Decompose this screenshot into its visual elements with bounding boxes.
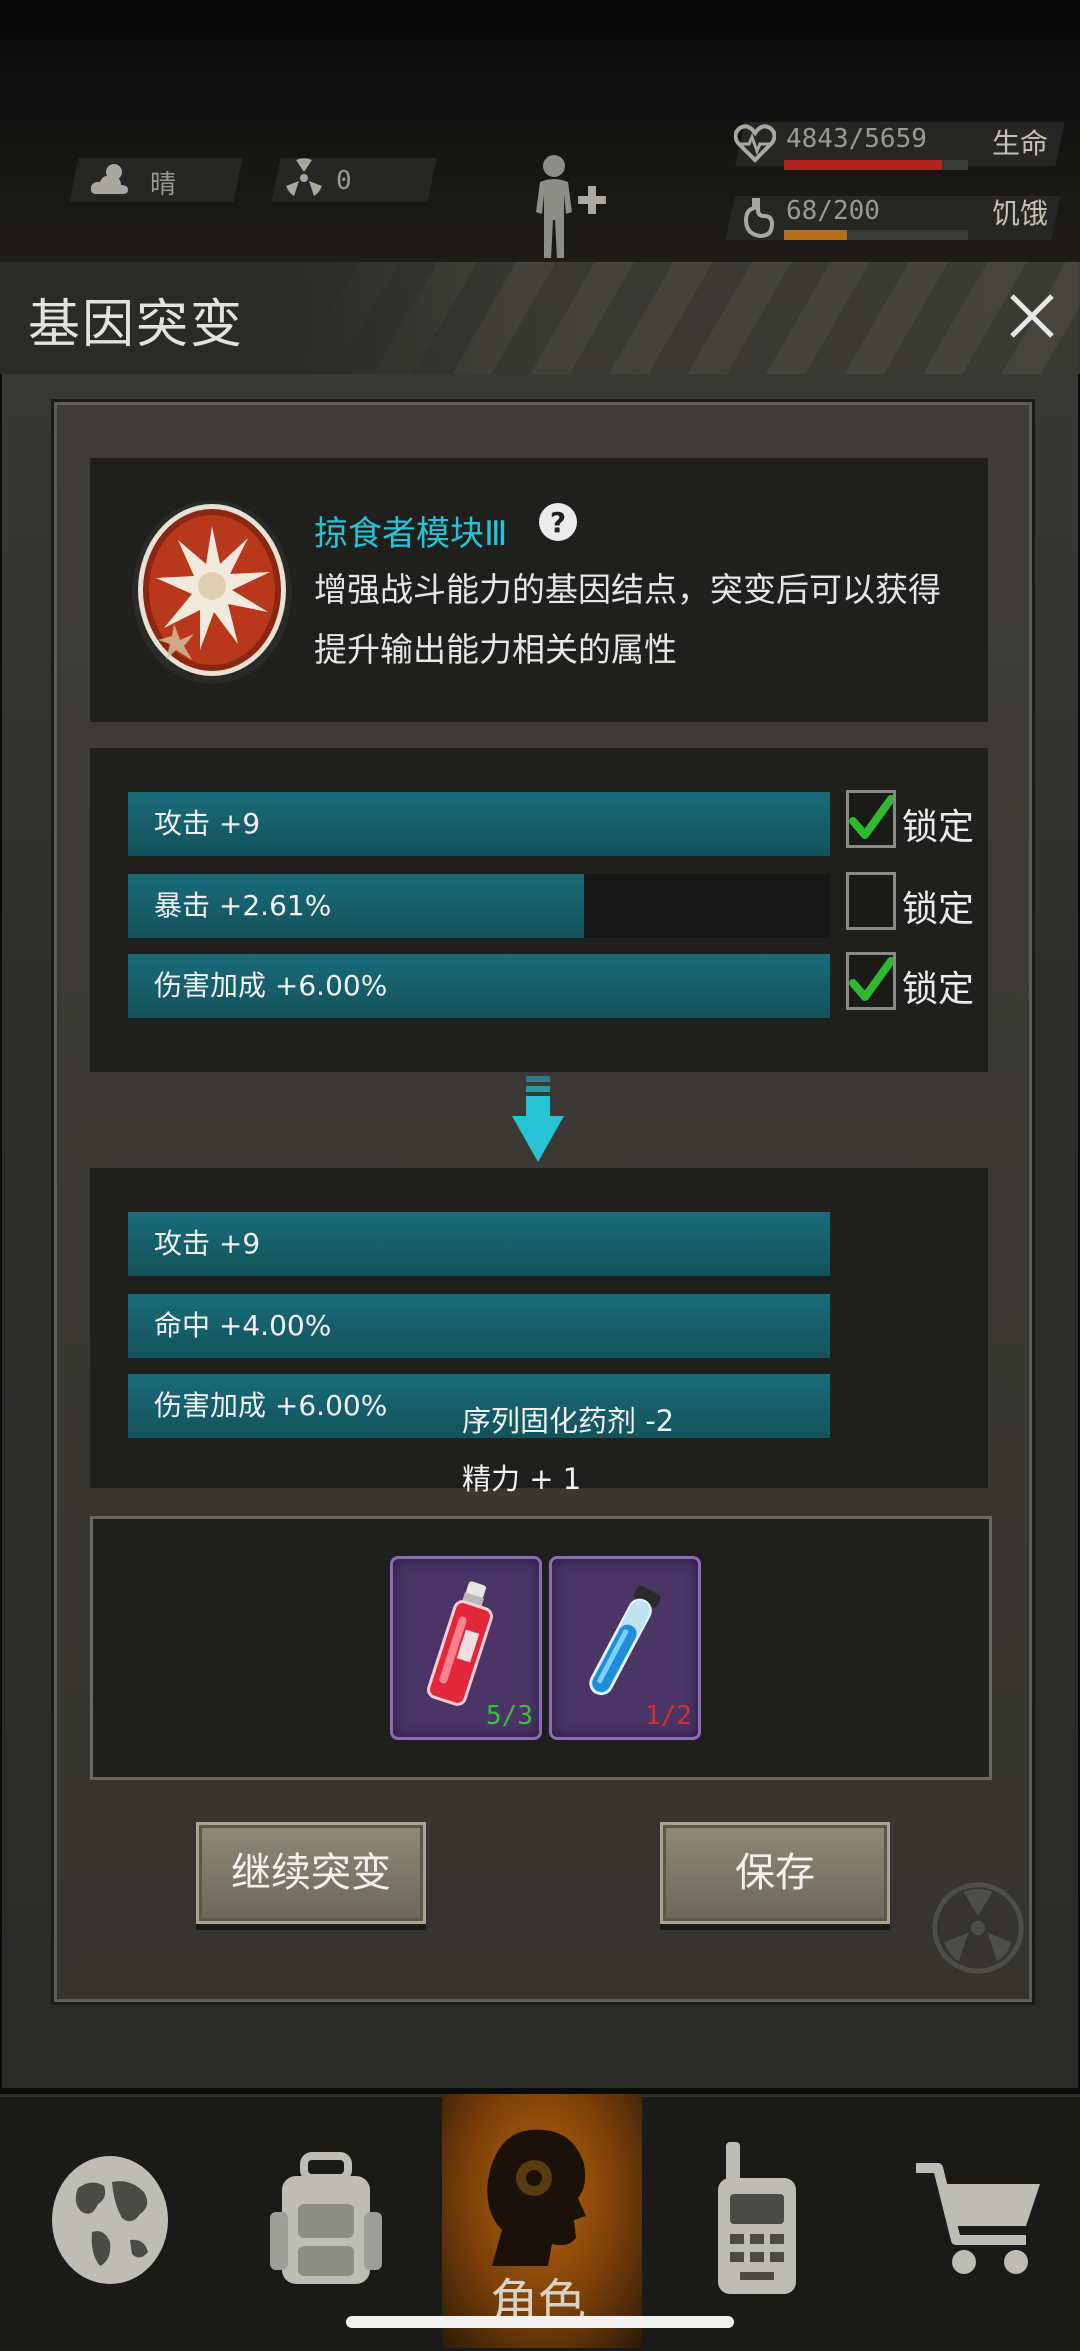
consume-float-text: 序列固化药剂 -2 bbox=[462, 1404, 675, 1438]
attribute-bar: 攻击 +9 bbox=[128, 792, 830, 856]
predator-gene-icon bbox=[132, 500, 292, 684]
backpack-icon[interactable] bbox=[264, 2150, 388, 2290]
red-vial-icon bbox=[427, 1581, 493, 1706]
new-attribute-label: 攻击 +9 bbox=[154, 1227, 261, 1260]
checkmark-icon bbox=[849, 957, 895, 1001]
gene-description-line2: 提升输出能力相关的属性 bbox=[314, 630, 677, 669]
close-icon[interactable] bbox=[1000, 284, 1064, 348]
attribute-label: 暴击 +2.61% bbox=[154, 889, 332, 922]
new-attribute-label: 命中 +4.00% bbox=[154, 1309, 332, 1342]
item-count: 1/2 bbox=[645, 1701, 692, 1731]
arrow-down-icon bbox=[512, 1076, 564, 1162]
hunger-value: 68/200 bbox=[786, 196, 880, 226]
radiation-value: 0 bbox=[336, 166, 352, 196]
lock-checkbox[interactable] bbox=[846, 952, 896, 1010]
item-slot-red-vial[interactable]: 5/3 bbox=[390, 1556, 542, 1740]
item-count: 5/3 bbox=[486, 1701, 533, 1731]
health-bar-fill bbox=[784, 160, 942, 170]
hunger-label: 饥饿 bbox=[992, 197, 1049, 230]
hunger-bar-fill bbox=[784, 230, 847, 240]
attribute-label: 伤害加成 +6.00% bbox=[154, 969, 388, 1002]
checkmark-icon bbox=[849, 795, 895, 839]
lock-label: 锁定 bbox=[902, 807, 975, 848]
attribute-bar: 暴击 +2.61% bbox=[128, 874, 830, 938]
cloud-sun-icon bbox=[90, 164, 128, 194]
new-attribute-bar: 攻击 +9 bbox=[128, 1212, 830, 1276]
radio-icon[interactable] bbox=[712, 2138, 802, 2298]
dialog-title: 基因突变 bbox=[28, 295, 245, 355]
continue-mutation-button[interactable]: 继续突变 bbox=[196, 1822, 426, 1924]
gene-name: 掠食者模块Ⅲ bbox=[314, 514, 508, 554]
radiation-watermark-icon bbox=[932, 1882, 1024, 1974]
health-label: 生命 bbox=[992, 127, 1049, 160]
hunger-bar bbox=[784, 230, 968, 240]
attribute-bar: 伤害加成 +6.00% bbox=[128, 954, 830, 1018]
question-icon[interactable]: ? bbox=[538, 502, 578, 542]
cart-icon[interactable] bbox=[912, 2160, 1046, 2280]
new-attribute-bar: 命中 +4.00% bbox=[128, 1294, 830, 1358]
character-head-icon[interactable] bbox=[468, 2120, 616, 2270]
gene-description-line1: 增强战斗能力的基因结点，突变后可以获得 bbox=[314, 570, 941, 609]
svg-text:?: ? bbox=[550, 506, 566, 539]
globe-icon[interactable] bbox=[48, 2148, 172, 2288]
gain-float-text: 精力 + 1 bbox=[462, 1462, 582, 1496]
stomach-icon bbox=[743, 198, 775, 239]
weather-text: 晴 bbox=[150, 170, 177, 200]
home-indicator[interactable] bbox=[346, 2316, 734, 2328]
heart-icon bbox=[734, 124, 776, 163]
lock-checkbox[interactable] bbox=[846, 790, 896, 848]
blue-test-tube-icon bbox=[589, 1585, 661, 1696]
attribute-label: 攻击 +9 bbox=[154, 807, 261, 840]
character-add-icon[interactable] bbox=[524, 150, 624, 260]
new-attribute-label: 伤害加成 +6.00% bbox=[154, 1389, 388, 1422]
lock-label: 锁定 bbox=[902, 889, 975, 930]
lock-checkbox[interactable] bbox=[846, 872, 896, 930]
health-value: 4843/5659 bbox=[786, 124, 927, 154]
save-button[interactable]: 保存 bbox=[660, 1822, 890, 1924]
item-slot-blue-tube[interactable]: 1/2 bbox=[549, 1556, 701, 1740]
health-bar bbox=[784, 160, 968, 170]
radiation-icon bbox=[286, 158, 322, 196]
lock-label: 锁定 bbox=[902, 969, 975, 1010]
